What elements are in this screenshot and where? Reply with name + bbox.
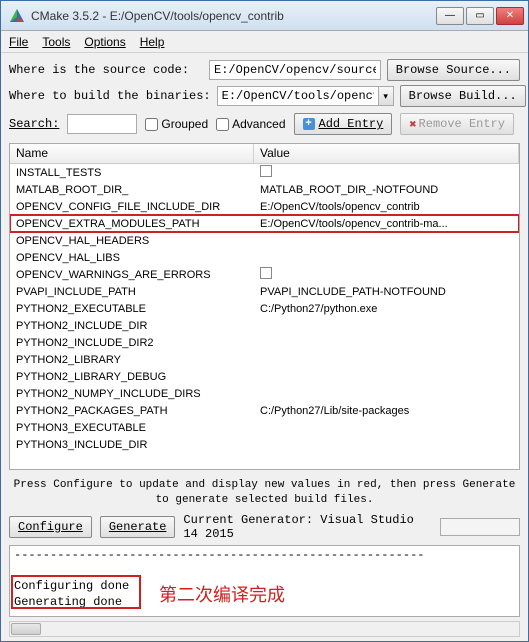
table-row[interactable]: PYTHON2_LIBRARY_DEBUG — [10, 368, 519, 385]
cell-name: PYTHON2_LIBRARY_DEBUG — [10, 371, 254, 383]
plus-icon: + — [303, 118, 315, 130]
cell-value: MATLAB_ROOT_DIR_-NOTFOUND — [254, 184, 519, 196]
cell-name: PYTHON2_EXECUTABLE — [10, 303, 254, 315]
search-input[interactable] — [67, 114, 137, 134]
checkbox-icon[interactable] — [260, 267, 272, 279]
cell-name: OPENCV_HAL_HEADERS — [10, 235, 254, 247]
table-row[interactable]: OPENCV_CONFIG_FILE_INCLUDE_DIRE:/OpenCV/… — [10, 198, 519, 215]
table-body[interactable]: INSTALL_TESTS MATLAB_ROOT_DIR_MATLAB_ROOT… — [10, 164, 519, 469]
table-row[interactable]: OPENCV_WARNINGS_ARE_ERRORS — [10, 266, 519, 283]
annotation-box — [11, 575, 141, 609]
cell-value: E:/OpenCV/tools/opencv_contrib — [254, 201, 519, 213]
maximize-button[interactable]: ▭ — [466, 7, 494, 25]
cell-name: PYTHON2_PACKAGES_PATH — [10, 405, 254, 417]
cell-name: OPENCV_HAL_LIBS — [10, 252, 254, 264]
grouped-checkbox[interactable]: Grouped — [145, 117, 208, 131]
cell-value: E:/OpenCV/tools/opencv_contrib-ma... — [254, 218, 519, 230]
table-row[interactable]: PYTHON2_EXECUTABLEC:/Python27/python.exe — [10, 300, 519, 317]
advanced-checkbox[interactable]: Advanced — [216, 117, 285, 131]
cell-name: PYTHON2_INCLUDE_DIR — [10, 320, 254, 332]
hint-text: Press Configure to update and display ne… — [9, 474, 520, 509]
column-value[interactable]: Value — [254, 144, 519, 163]
build-dropdown-icon[interactable]: ▾ — [378, 86, 394, 106]
table-row[interactable]: PYTHON2_INCLUDE_DIR — [10, 317, 519, 334]
annotation-text: 第二次编译完成 — [159, 581, 285, 607]
app-window: CMake 3.5.2 - E:/OpenCV/tools/opencv_con… — [0, 0, 529, 642]
build-label: Where to build the binaries: — [9, 89, 211, 103]
table-row[interactable]: INSTALL_TESTS — [10, 164, 519, 181]
cell-value — [254, 165, 519, 180]
cell-name: PVAPI_INCLUDE_PATH — [10, 286, 254, 298]
window-title: CMake 3.5.2 - E:/OpenCV/tools/opencv_con… — [31, 9, 436, 23]
source-input[interactable] — [209, 60, 381, 80]
menu-file[interactable]: File — [9, 35, 28, 49]
x-icon: ✖ — [409, 117, 416, 132]
table-row[interactable]: PYTHON2_NUMPY_INCLUDE_DIRS — [10, 385, 519, 402]
cell-value — [254, 267, 519, 282]
cell-name: OPENCV_WARNINGS_ARE_ERRORS — [10, 269, 254, 281]
cell-value: PVAPI_INCLUDE_PATH-NOTFOUND — [254, 286, 519, 298]
column-name[interactable]: Name — [10, 144, 254, 163]
variables-table: Name Value INSTALL_TESTSMATLAB_ROOT_DIR_… — [9, 143, 520, 470]
cell-name: PYTHON2_INCLUDE_DIR2 — [10, 337, 254, 349]
table-row[interactable]: OPENCV_HAL_LIBS — [10, 249, 519, 266]
cell-name: PYTHON2_LIBRARY — [10, 354, 254, 366]
table-row[interactable]: PYTHON2_LIBRARY — [10, 351, 519, 368]
cell-value: C:/Python27/python.exe — [254, 303, 519, 315]
build-input[interactable] — [217, 86, 378, 106]
cell-value: C:/Python27/Lib/site-packages — [254, 405, 519, 417]
browse-source-button[interactable]: Browse Source... — [387, 59, 520, 81]
table-row[interactable]: PYTHON2_INCLUDE_DIR2 — [10, 334, 519, 351]
table-row[interactable]: OPENCV_HAL_HEADERS — [10, 232, 519, 249]
table-row[interactable]: OPENCV_EXTRA_MODULES_PATHE:/OpenCV/tools… — [10, 215, 519, 232]
search-label: Search: — [9, 117, 59, 131]
cell-name: PYTHON2_NUMPY_INCLUDE_DIRS — [10, 388, 254, 400]
minimize-button[interactable]: — — [436, 7, 464, 25]
menu-options[interactable]: Options — [84, 35, 125, 49]
menubar: File Tools Options Help — [1, 31, 528, 53]
configure-button[interactable]: Configure — [9, 516, 92, 538]
remove-entry-button: ✖Remove Entry — [400, 113, 514, 135]
add-entry-button[interactable]: +Add Entry — [294, 113, 393, 135]
menu-tools[interactable]: Tools — [42, 35, 70, 49]
cell-name: PYTHON3_INCLUDE_DIR — [10, 439, 254, 451]
table-row[interactable]: PYTHON3_INCLUDE_DIR — [10, 436, 519, 453]
checkbox-icon[interactable] — [260, 165, 272, 177]
table-row[interactable]: PYTHON2_PACKAGES_PATHC:/Python27/Lib/sit… — [10, 402, 519, 419]
source-label: Where is the source code: — [9, 63, 189, 77]
progress-bar — [440, 518, 520, 536]
cell-name: OPENCV_CONFIG_FILE_INCLUDE_DIR — [10, 201, 254, 213]
generate-button[interactable]: Generate — [100, 516, 176, 538]
cell-name: INSTALL_TESTS — [10, 167, 254, 179]
table-row[interactable]: MATLAB_ROOT_DIR_MATLAB_ROOT_DIR_-NOTFOUN… — [10, 181, 519, 198]
horizontal-scrollbar[interactable] — [9, 621, 520, 637]
table-row[interactable]: PYTHON3_EXECUTABLE — [10, 419, 519, 436]
cell-name: MATLAB_ROOT_DIR_ — [10, 184, 254, 196]
cell-name: OPENCV_EXTRA_MODULES_PATH — [10, 218, 254, 230]
cell-name: PYTHON3_EXECUTABLE — [10, 422, 254, 434]
close-button[interactable]: ✕ — [496, 7, 524, 25]
generator-label: Current Generator: Visual Studio 14 2015 — [183, 513, 432, 541]
table-row[interactable]: PVAPI_INCLUDE_PATHPVAPI_INCLUDE_PATH-NOT… — [10, 283, 519, 300]
titlebar: CMake 3.5.2 - E:/OpenCV/tools/opencv_con… — [1, 1, 528, 31]
browse-build-button[interactable]: Browse Build... — [400, 85, 526, 107]
menu-help[interactable]: Help — [140, 35, 165, 49]
cmake-icon — [9, 8, 25, 24]
